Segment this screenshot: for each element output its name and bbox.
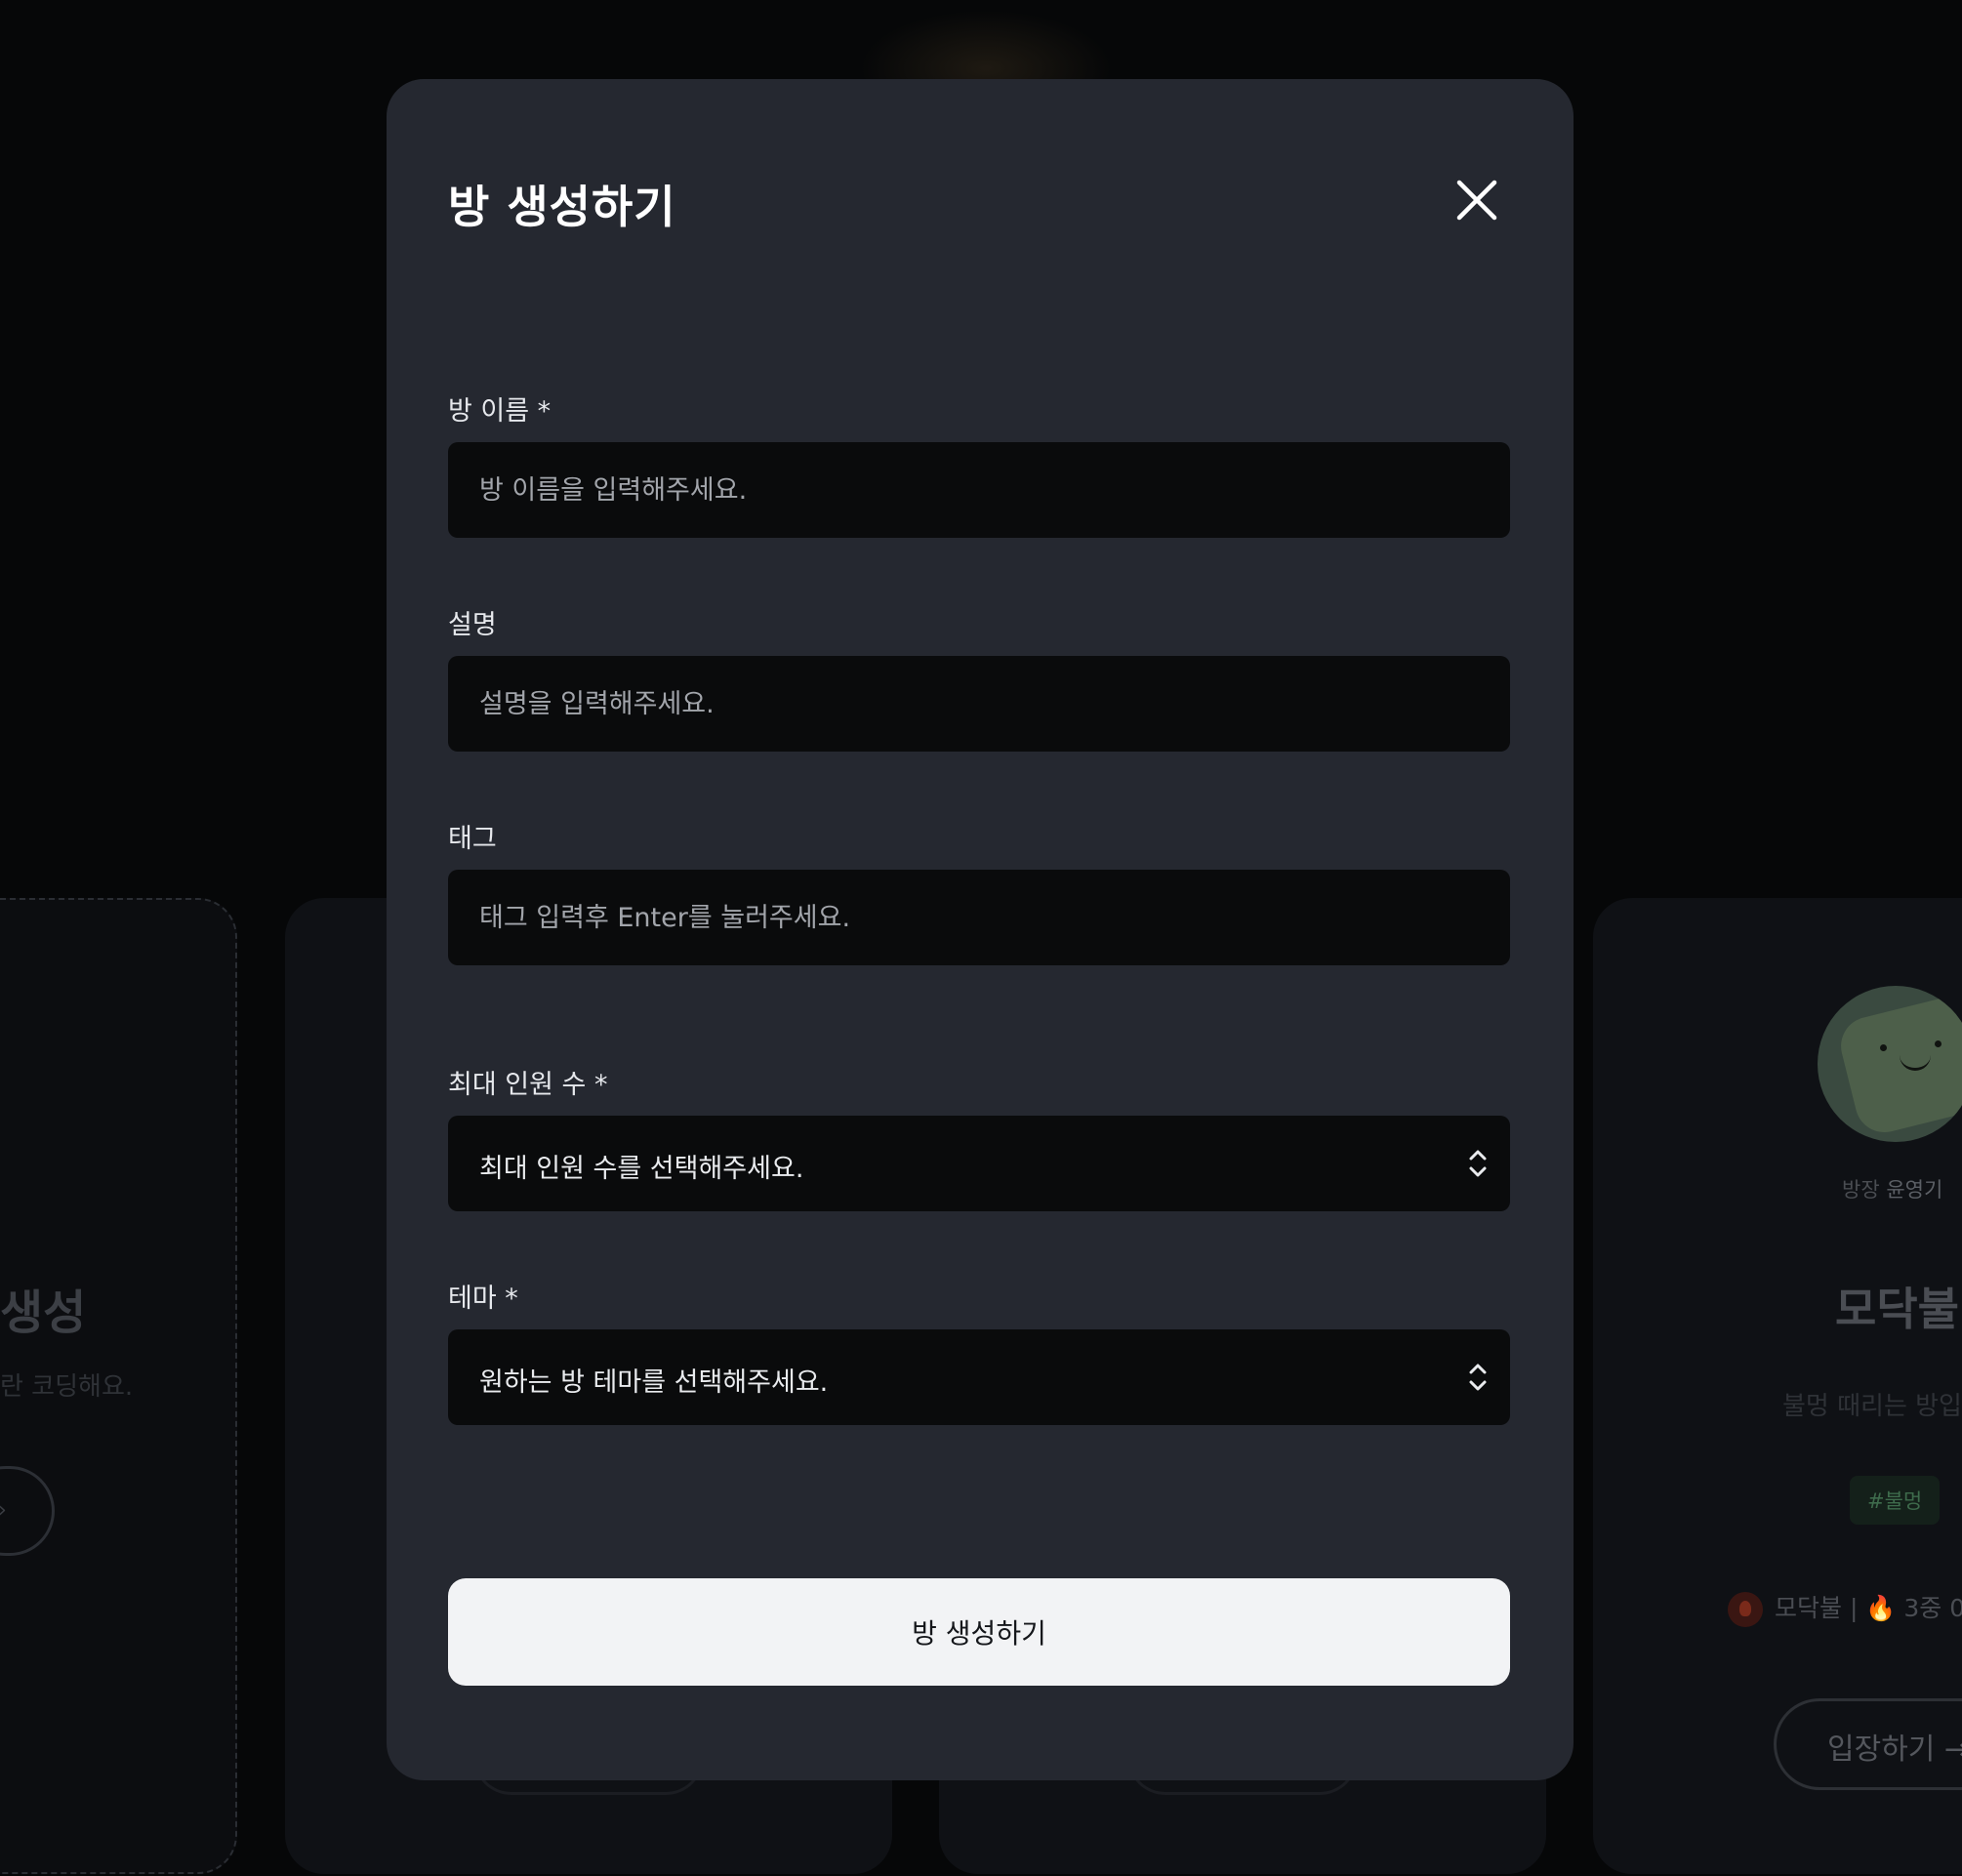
fire-icon bbox=[1728, 1592, 1763, 1627]
room-tag: #불멍 bbox=[1850, 1476, 1941, 1525]
close-button[interactable] bbox=[1453, 177, 1500, 224]
room-description: 불멍 때리는 방입 bbox=[1782, 1392, 1962, 1421]
max-members-label: 최대 인원 수 * bbox=[448, 1070, 608, 1100]
room-name-label: 방 이름 * bbox=[448, 396, 552, 427]
room-host: 방장 윤영기 bbox=[1842, 1174, 1942, 1203]
tag-input[interactable] bbox=[448, 870, 1510, 965]
room-status: 모닥불 | 🔥 3중 0 bbox=[1728, 1589, 1962, 1627]
host-avatar bbox=[1818, 986, 1962, 1142]
description-field-wrapper bbox=[448, 656, 1510, 752]
description-input[interactable] bbox=[448, 656, 1510, 752]
host-prefix: 방장 bbox=[1842, 1178, 1880, 1202]
room-name-field-wrapper bbox=[448, 442, 1510, 538]
room-status-text: 모닥불 | 🔥 3중 0 bbox=[1775, 1594, 1962, 1622]
create-card-description: 란 코딩해요. bbox=[0, 1372, 134, 1402]
room-name-input[interactable] bbox=[448, 442, 1510, 538]
chevron-up-down-icon bbox=[1469, 1150, 1487, 1177]
create-card-title: 생성 bbox=[0, 1285, 87, 1340]
create-room-button[interactable]: 방 생성하기 bbox=[448, 1578, 1510, 1686]
description-label: 설명 bbox=[448, 610, 497, 640]
max-members-select[interactable]: 최대 인원 수를 선택해주세요. bbox=[448, 1116, 1510, 1211]
chevron-up-down-icon bbox=[1469, 1364, 1487, 1391]
theme-select[interactable]: 원하는 방 테마를 선택해주세요. bbox=[448, 1329, 1510, 1425]
host-name: 윤영기 bbox=[1886, 1178, 1943, 1202]
close-icon bbox=[1456, 180, 1497, 221]
tag-label: 태그 bbox=[448, 824, 497, 854]
enter-room-button[interactable]: 입장하기 → bbox=[1774, 1698, 1962, 1790]
room-title: 모닥불 bbox=[1835, 1283, 1959, 1335]
theme-value: 원하는 방 테마를 선택해주세요. bbox=[479, 1367, 829, 1398]
max-members-value: 최대 인원 수를 선택해주세요. bbox=[479, 1154, 804, 1184]
modal-title: 방 생성하기 bbox=[448, 181, 676, 233]
tag-field-wrapper bbox=[448, 870, 1510, 965]
theme-label: 테마 * bbox=[448, 1284, 518, 1314]
create-room-modal: 방 생성하기 방 이름 * 설명 태그 최대 인원 수 * 최대 인원 수를 선… bbox=[387, 79, 1574, 1780]
arrow-right-icon: › bbox=[0, 1498, 7, 1523]
